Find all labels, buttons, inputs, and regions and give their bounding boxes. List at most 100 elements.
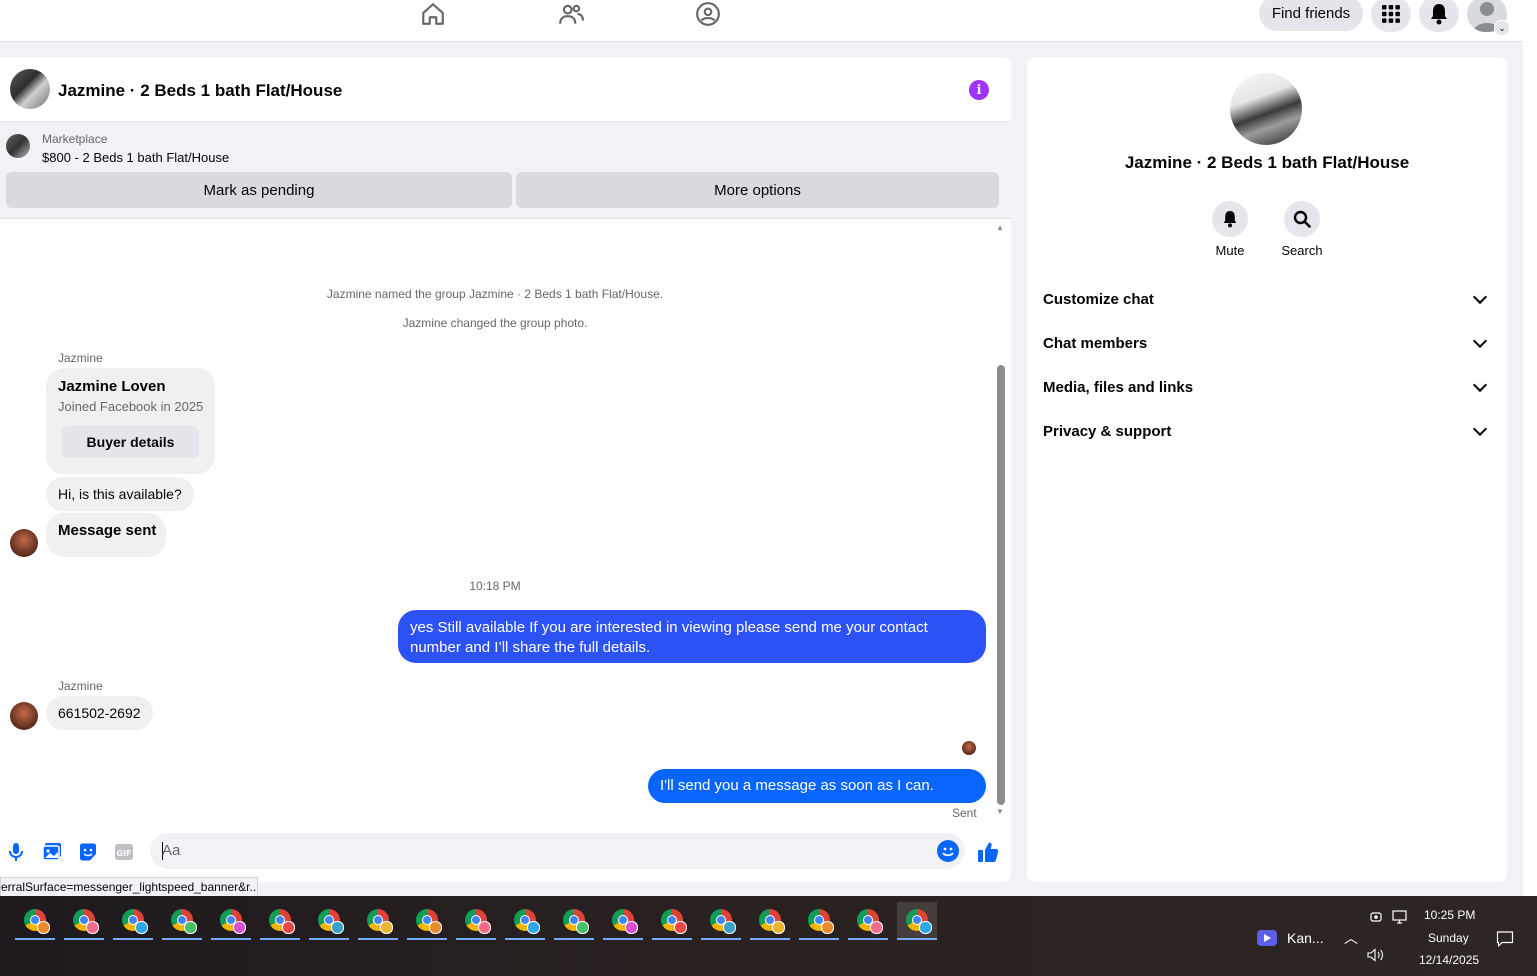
chrome-taskbar-button[interactable] [211,902,251,940]
chrome-taskbar-button[interactable] [505,902,545,940]
buyer-details-button[interactable]: Buyer details [62,426,199,458]
sender-name: Jazmine [58,351,103,365]
chrome-icon [661,909,687,934]
chrome-taskbar-button[interactable] [162,902,202,940]
chat-title[interactable]: Jazmine · 2 Beds 1 bath Flat/House [58,81,342,101]
read-receipt-avatar [962,741,976,755]
message-input-placeholder: Aa [162,842,181,859]
sender-avatar[interactable] [10,529,38,557]
scroll-down-arrow[interactable]: ▼ [996,807,1004,816]
windows-taskbar: Kan... ︿ 10:25 PM Sunday 12/14/2025 [0,896,1537,976]
section-label: Media, files and links [1043,378,1194,396]
chat-scrollbar-thumb[interactable] [997,365,1005,805]
clock-day[interactable]: Sunday [1428,931,1469,945]
microphone-icon[interactable] [5,841,27,863]
bell-icon [1431,4,1447,25]
clock-date[interactable]: 12/14/2025 [1419,953,1479,967]
chrome-taskbar-button[interactable] [64,902,104,940]
marketplace-label: Marketplace [42,132,108,146]
outgoing-message[interactable]: I'll send you a message as soon as I can… [648,769,986,828]
sender-avatar[interactable] [10,702,38,730]
chrome-taskbar-button[interactable] [603,902,643,940]
chrome-taskbar-button[interactable] [799,902,839,940]
chrome-icon [808,909,834,934]
mark-as-pending-button[interactable]: Mark as pending [6,172,512,208]
chrome-icon [514,909,540,934]
chrome-icon [122,909,148,934]
incoming-message[interactable]: Message sent [46,513,166,557]
chrome-icon [318,909,344,934]
friends-icon[interactable] [557,0,585,28]
chrome-icon [73,909,99,934]
chrome-taskbar-button[interactable] [701,902,741,940]
outgoing-message[interactable]: yes Still available If you are intereste… [398,610,986,663]
chevron-down-icon [1472,421,1488,437]
chrome-icon [563,909,589,934]
chrome-taskbar-button[interactable] [897,902,937,940]
chrome-taskbar-button[interactable] [456,902,496,940]
chrome-taskbar-button[interactable] [309,902,349,940]
profile-badge [821,921,834,934]
privacy-support-section[interactable]: Privacy & support [1043,409,1491,453]
gif-icon[interactable]: GIF [113,841,135,863]
taskbar-app-label[interactable]: Kan... [1287,930,1324,946]
volume-icon[interactable] [1367,948,1385,962]
customize-chat-section[interactable]: Customize chat [1043,277,1491,321]
conversation-info-panel: Jazmine · 2 Beds 1 bath Flat/House Mute … [1027,57,1507,882]
media-files-links-section[interactable]: Media, files and links [1043,365,1491,409]
profile-badge [233,921,246,934]
emoji-icon[interactable] [937,840,959,862]
chevron-down-icon [1472,289,1488,305]
info-icon[interactable]: i [969,80,989,100]
profile-badge [919,921,932,934]
page-scrollbar[interactable] [1523,0,1537,896]
search-action[interactable]: Search [1272,201,1332,258]
scroll-up-arrow[interactable]: ▲ [996,223,1004,232]
notifications-button[interactable] [1419,0,1459,32]
chrome-taskbar-button[interactable] [15,902,55,940]
chrome-taskbar-button[interactable] [407,902,447,940]
thumbs-up-icon[interactable] [977,841,999,863]
chat-panel: Jazmine · 2 Beds 1 bath Flat/House i Mar… [0,57,1011,882]
message-input[interactable]: Aa [150,833,965,869]
chevron-down-icon[interactable]: ⌄ [1494,20,1510,36]
incoming-message[interactable]: Hi, is this available? [46,477,194,511]
chrome-taskbar-button[interactable] [652,902,692,940]
chrome-icon [171,909,197,934]
system-message: Jazmine named the group Jazmine · 2 Beds… [326,287,664,301]
chat-members-section[interactable]: Chat members [1043,321,1491,365]
chrome-taskbar-button[interactable] [358,902,398,940]
meet-now-icon[interactable] [1369,910,1383,924]
chrome-taskbar-button[interactable] [260,902,300,940]
listing-price[interactable]: $800 - 2 Beds 1 bath Flat/House [42,150,229,165]
chrome-taskbar-button[interactable] [113,902,153,940]
profile-badge [429,921,442,934]
clock-time[interactable]: 10:25 PM [1424,908,1475,922]
profile-badge [380,921,393,934]
chrome-taskbar-button[interactable] [750,902,790,940]
home-icon[interactable] [419,0,447,28]
chevron-up-icon[interactable]: ︿ [1344,928,1358,948]
chrome-icon [220,909,246,934]
app-icon[interactable] [1257,930,1277,946]
network-icon[interactable] [1392,910,1408,924]
menu-grid-button[interactable] [1371,0,1411,32]
notifications-center-icon[interactable] [1496,930,1514,948]
chrome-icon [710,909,736,934]
mute-action[interactable]: Mute [1200,201,1260,258]
sticker-icon[interactable] [77,841,99,863]
profile-badge [723,921,736,934]
incoming-message[interactable]: 661502-2692 [46,696,153,730]
chrome-taskbar-button[interactable] [554,902,594,940]
section-label: Customize chat [1043,290,1154,308]
photo-icon[interactable] [41,841,63,863]
group-photo[interactable] [1230,73,1302,145]
listing-thumbnail[interactable] [6,134,30,158]
more-options-button[interactable]: More options [516,172,999,208]
group-avatar[interactable] [10,69,50,109]
grid-icon [1382,5,1400,23]
chrome-taskbar-button[interactable] [848,902,888,940]
groups-icon[interactable] [694,0,722,28]
find-friends-button[interactable]: Find friends [1259,0,1363,31]
message-composer: GIF Aa [0,827,1011,882]
